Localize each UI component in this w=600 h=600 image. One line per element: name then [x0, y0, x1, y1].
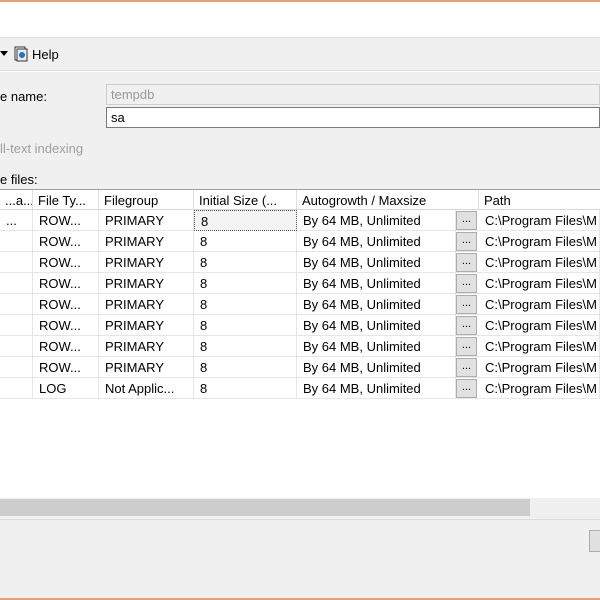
- cell-logical-name[interactable]: [0, 378, 33, 399]
- dialog-footer: [0, 519, 600, 598]
- table-row[interactable]: ROW... PRIMARY 8 By 64 MB, Unlimited C:\Prog…: [0, 252, 600, 273]
- autogrowth-ellipsis-button[interactable]: ...: [456, 358, 477, 377]
- cell-filegroup[interactable]: PRIMARY: [99, 294, 194, 315]
- cell-initial-size[interactable]: 8: [194, 336, 297, 357]
- cell-file-type[interactable]: ROW...: [33, 336, 99, 357]
- cell-initial-size[interactable]: 8: [194, 231, 297, 252]
- cell-path[interactable]: C:\Program Files\M: [479, 252, 600, 273]
- table-row[interactable]: ROW... PRIMARY 8 By 64 MB, Unlimited C:\Prog…: [0, 315, 600, 336]
- autogrowth-ellipsis-button[interactable]: ...: [456, 232, 477, 251]
- database-files-grid: ...a... File Ty... Filegroup Initial Siz…: [0, 189, 600, 499]
- help-menu-label[interactable]: Help: [32, 47, 59, 62]
- cell-autogrowth[interactable]: By 64 MB, Unlimited: [297, 231, 456, 252]
- cell-logical-name[interactable]: [0, 315, 33, 336]
- autogrowth-ellipsis-button[interactable]: ...: [456, 211, 477, 230]
- title-strip: [0, 2, 600, 36]
- autogrowth-ellipsis-button[interactable]: ...: [456, 253, 477, 272]
- cell-filegroup[interactable]: PRIMARY: [99, 273, 194, 294]
- cell-filegroup[interactable]: PRIMARY: [99, 252, 194, 273]
- cell-logical-name[interactable]: [0, 294, 33, 315]
- cell-file-type[interactable]: ROW...: [33, 357, 99, 378]
- cell-initial-size[interactable]: 8: [194, 357, 297, 378]
- cell-initial-size[interactable]: 8: [194, 378, 297, 399]
- cell-file-type[interactable]: ROW...: [33, 315, 99, 336]
- autogrowth-ellipsis-button[interactable]: ...: [456, 274, 477, 293]
- cell-filegroup[interactable]: PRIMARY: [99, 210, 194, 231]
- cell-autogrowth[interactable]: By 64 MB, Unlimited: [297, 294, 456, 315]
- cell-path[interactable]: C:\Program Files\M: [479, 357, 600, 378]
- cell-logical-name[interactable]: [0, 357, 33, 378]
- cell-logical-name[interactable]: [0, 231, 33, 252]
- table-row[interactable]: ROW... PRIMARY 8 By 64 MB, Unlimited C:\Prog…: [0, 336, 600, 357]
- cell-initial-size[interactable]: 8: [194, 252, 297, 273]
- cell-autogrowth[interactable]: By 64 MB, Unlimited: [297, 252, 456, 273]
- cell-path[interactable]: C:\Program Files\M: [479, 315, 600, 336]
- cell-path[interactable]: C:\Program Files\M: [479, 273, 600, 294]
- column-header-autogrowth[interactable]: Autogrowth / Maxsize: [297, 190, 479, 210]
- content-panel: e name: tempdb sa ll-text indexing e fil…: [0, 72, 600, 520]
- toolbar: Help: [0, 37, 600, 71]
- cell-path[interactable]: C:\Program Files\M: [479, 210, 600, 231]
- cell-file-type[interactable]: ROW...: [33, 273, 99, 294]
- cell-initial-size[interactable]: 8: [194, 273, 297, 294]
- cell-filegroup[interactable]: PRIMARY: [99, 315, 194, 336]
- column-header-path[interactable]: Path: [479, 190, 600, 210]
- table-row[interactable]: ROW... PRIMARY 8 By 64 MB, Unlimited C:\Prog…: [0, 273, 600, 294]
- cell-filegroup[interactable]: Not Applic...: [99, 378, 194, 399]
- table-row[interactable]: ROW... PRIMARY 8 By 64 MB, Unlimited C:\Prog…: [0, 231, 600, 252]
- cell-path[interactable]: C:\Program Files\M: [479, 336, 600, 357]
- horizontal-scrollbar[interactable]: [0, 498, 600, 517]
- scrollbar-thumb[interactable]: [0, 499, 530, 516]
- autogrowth-ellipsis-button[interactable]: ...: [456, 295, 477, 314]
- database-name-field: tempdb: [106, 84, 600, 105]
- table-row[interactable]: ROW... PRIMARY 8 By 64 MB, Unlimited C:\Prog…: [0, 357, 600, 378]
- cell-initial-size[interactable]: 8: [194, 315, 297, 336]
- table-row[interactable]: LOG Not Applic... 8 By 64 MB, Unlimited C:\P…: [0, 378, 600, 399]
- cell-autogrowth[interactable]: By 64 MB, Unlimited: [297, 210, 456, 231]
- database-name-label: e name:: [0, 89, 47, 104]
- cell-initial-size[interactable]: 8: [194, 294, 297, 315]
- footer-button[interactable]: [589, 530, 600, 552]
- cell-autogrowth[interactable]: By 64 MB, Unlimited: [297, 315, 456, 336]
- cell-initial-size[interactable]: 8: [194, 210, 297, 231]
- cell-autogrowth[interactable]: By 64 MB, Unlimited: [297, 357, 456, 378]
- dropdown-arrow-icon[interactable]: [0, 49, 10, 59]
- cell-filegroup[interactable]: PRIMARY: [99, 357, 194, 378]
- grid-header-row: ...a... File Ty... Filegroup Initial Siz…: [0, 190, 600, 210]
- cell-file-type[interactable]: ROW...: [33, 294, 99, 315]
- cell-file-type[interactable]: ROW...: [33, 252, 99, 273]
- cell-logical-name[interactable]: [0, 336, 33, 357]
- cell-path[interactable]: C:\Program Files\M: [479, 294, 600, 315]
- cell-file-type[interactable]: LOG: [33, 378, 99, 399]
- help-icon[interactable]: [13, 46, 29, 62]
- cell-file-type[interactable]: ROW...: [33, 231, 99, 252]
- fulltext-indexing-label: ll-text indexing: [0, 141, 84, 156]
- column-header-file-type[interactable]: File Ty...: [33, 190, 99, 210]
- autogrowth-ellipsis-button[interactable]: ...: [456, 337, 477, 356]
- owner-field[interactable]: sa: [106, 107, 600, 128]
- cell-path[interactable]: C:\Program Files\M: [479, 378, 600, 399]
- cell-autogrowth[interactable]: By 64 MB, Unlimited: [297, 336, 456, 357]
- cell-file-type[interactable]: ROW...: [33, 210, 99, 231]
- cell-logical-name[interactable]: [0, 252, 33, 273]
- cell-filegroup[interactable]: PRIMARY: [99, 336, 194, 357]
- cell-logical-name[interactable]: ...: [0, 210, 33, 231]
- cell-logical-name[interactable]: [0, 273, 33, 294]
- table-row[interactable]: ... ROW... PRIMARY 8 By 64 MB, Unlimited C:\P…: [0, 210, 600, 231]
- cell-filegroup[interactable]: PRIMARY: [99, 231, 194, 252]
- autogrowth-ellipsis-button[interactable]: ...: [456, 379, 477, 398]
- column-header-filegroup[interactable]: Filegroup: [99, 190, 194, 210]
- column-header-initial-size[interactable]: Initial Size (...: [194, 190, 297, 210]
- autogrowth-ellipsis-button[interactable]: ...: [456, 316, 477, 335]
- column-header-logical-name[interactable]: ...a...: [0, 190, 33, 210]
- cell-autogrowth[interactable]: By 64 MB, Unlimited: [297, 273, 456, 294]
- database-files-label: e files:: [0, 172, 38, 187]
- cell-path[interactable]: C:\Program Files\M: [479, 231, 600, 252]
- cell-autogrowth[interactable]: By 64 MB, Unlimited: [297, 378, 456, 399]
- table-row[interactable]: ROW... PRIMARY 8 By 64 MB, Unlimited C:\Prog…: [0, 294, 600, 315]
